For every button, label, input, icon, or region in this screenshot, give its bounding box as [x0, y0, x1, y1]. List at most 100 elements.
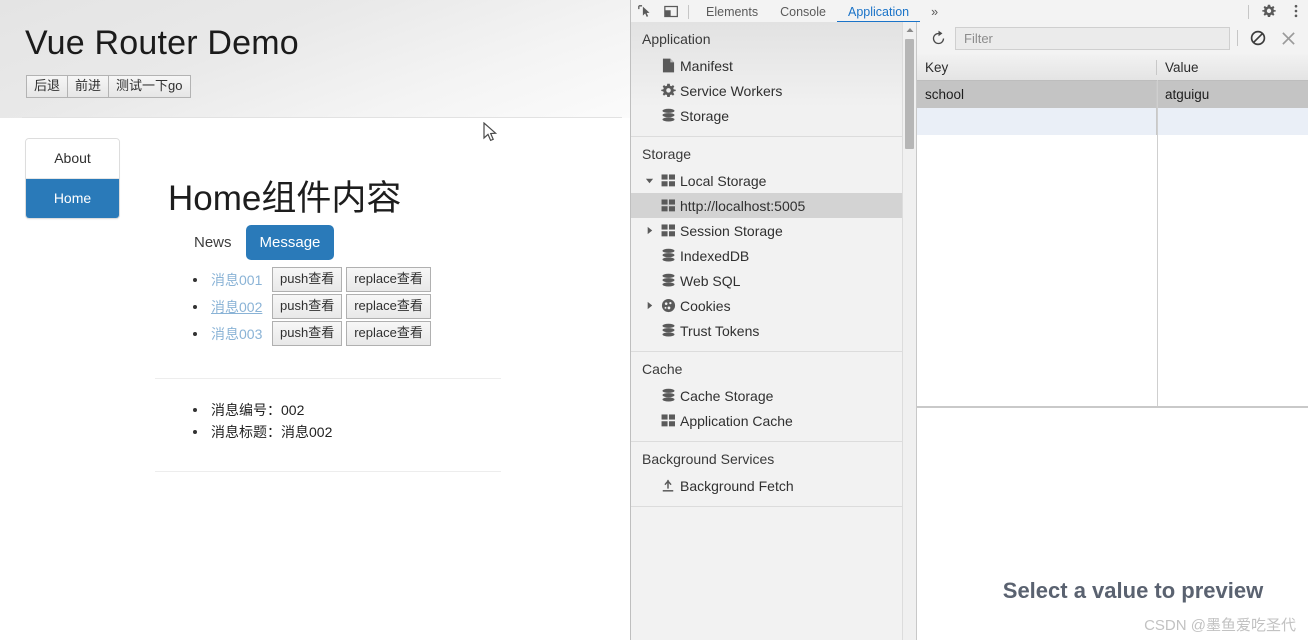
message-link[interactable]: 消息001	[211, 270, 268, 290]
more-vertical-icon[interactable]	[1282, 0, 1308, 22]
devtools-sidebar-tree: Application Manifest Service Workers Sto…	[631, 22, 917, 640]
sidebar-item-label: Manifest	[680, 57, 733, 74]
devtools-tabbar: Elements Console Application »	[631, 0, 1308, 23]
table-icon	[656, 224, 680, 237]
forward-button[interactable]: 前进	[67, 75, 110, 98]
child-route-tabs: News Message	[180, 225, 335, 260]
delete-selected-icon[interactable]	[1273, 25, 1303, 51]
table-icon	[656, 199, 680, 212]
mouse-cursor-icon	[483, 122, 498, 142]
clear-all-icon[interactable]	[1243, 25, 1273, 51]
sidebar-item-label: Local Storage	[680, 172, 767, 189]
table-bottom-border	[917, 406, 1308, 408]
header-divider	[22, 117, 622, 118]
tab-message[interactable]: Message	[245, 225, 335, 260]
sidebar-item-service-workers[interactable]: Service Workers	[631, 78, 916, 103]
database-icon	[656, 273, 680, 288]
chevron-down-icon[interactable]	[642, 176, 656, 185]
screenshot-root: Vue Router Demo 后退 前进 测试一下go About Home …	[0, 0, 1308, 640]
sidebar-item-manifest[interactable]: Manifest	[631, 53, 916, 78]
sidebar-item-label: Background Fetch	[680, 477, 794, 494]
detail-id: 消息编号：002	[211, 402, 305, 418]
bullet-icon	[193, 277, 197, 282]
page-jumbotron: Vue Router Demo 后退 前进 测试一下go	[0, 0, 630, 118]
push-view-button[interactable]: push查看	[272, 321, 343, 346]
tab-more-chevron[interactable]: »	[920, 5, 949, 22]
devtools-main-panel: Filter Key Value school atguigu Select a…	[917, 22, 1308, 640]
bullet-icon	[193, 408, 197, 412]
sidebar-scrollbar[interactable]	[902, 22, 916, 640]
detail-bottom-divider	[155, 471, 501, 472]
database-icon	[656, 323, 680, 338]
database-icon	[656, 248, 680, 263]
list-item: 消息标题：消息002	[193, 421, 332, 443]
sidebar-item-session-storage[interactable]: Session Storage	[631, 218, 916, 243]
sidebar-item-cookies[interactable]: Cookies	[631, 293, 916, 318]
filter-input[interactable]: Filter	[955, 26, 1230, 50]
device-toolbar-icon[interactable]	[658, 0, 685, 22]
route-list-group: About Home	[25, 138, 120, 219]
page-title: Vue Router Demo	[25, 24, 299, 62]
column-header-value[interactable]: Value	[1157, 60, 1308, 75]
tab-elements[interactable]: Elements	[695, 5, 769, 22]
replace-view-button[interactable]: replace查看	[346, 321, 431, 346]
sidebar-item-home[interactable]: Home	[26, 179, 119, 218]
sidebar-item-label: Trust Tokens	[680, 322, 760, 339]
gear-icon[interactable]	[1255, 0, 1282, 22]
message-link[interactable]: 消息003	[211, 324, 268, 344]
preview-empty-message: Select a value to preview	[1002, 578, 1264, 603]
replace-view-button[interactable]: replace查看	[346, 294, 431, 319]
sidebar-item-cache-storage[interactable]: Cache Storage	[631, 383, 916, 408]
sidebar-item-about[interactable]: About	[26, 139, 119, 179]
tab-news[interactable]: News	[180, 225, 246, 260]
section-storage: Storage Local Storage http://localhost:5…	[631, 137, 916, 352]
sidebar-item-web-sql[interactable]: Web SQL	[631, 268, 916, 293]
nav-button-group: 后退 前进 测试一下go	[26, 75, 191, 98]
list-item: 消息001 push查看 replace查看	[193, 266, 431, 293]
chevron-right-icon[interactable]	[642, 301, 656, 310]
list-item: 消息002 push查看 replace查看	[193, 293, 431, 320]
detail-top-divider	[155, 378, 501, 379]
section-title-application: Application	[642, 31, 711, 47]
browser-page-viewport: Vue Router Demo 后退 前进 测试一下go About Home …	[0, 0, 630, 640]
replace-view-button[interactable]: replace查看	[346, 267, 431, 292]
table-row-empty[interactable]	[917, 108, 1308, 135]
bullet-icon	[193, 304, 197, 309]
list-item: 消息编号：002	[193, 399, 332, 421]
go-test-button[interactable]: 测试一下go	[108, 75, 191, 98]
sidebar-item-label: Service Workers	[680, 82, 783, 99]
refresh-icon[interactable]	[923, 25, 953, 51]
background-fetch-icon	[656, 479, 680, 493]
tabbar-divider-right	[1248, 5, 1249, 19]
message-list: 消息001 push查看 replace查看 消息002 push查看 repl…	[193, 266, 431, 347]
tab-application[interactable]: Application	[836, 5, 921, 23]
table-row[interactable]: school atguigu	[917, 81, 1308, 108]
storage-table: Key Value school atguigu	[917, 54, 1308, 408]
tab-console[interactable]: Console	[769, 5, 837, 22]
back-button[interactable]: 后退	[26, 75, 69, 98]
chevron-right-icon[interactable]	[642, 226, 656, 235]
message-link[interactable]: 消息002	[211, 297, 268, 317]
bullet-icon	[193, 331, 197, 336]
sidebar-item-label: Application Cache	[680, 412, 793, 429]
sidebar-item-trust-tokens[interactable]: Trust Tokens	[631, 318, 916, 343]
section-background-services: Background Services Background Fetch	[631, 442, 916, 507]
list-item: 消息003 push查看 replace查看	[193, 320, 431, 347]
scroll-up-icon[interactable]	[903, 24, 916, 36]
gear-icon	[656, 83, 680, 98]
sidebar-item-label: Web SQL	[680, 272, 741, 289]
value-preview-pane: Select a value to preview	[917, 410, 1308, 640]
sidebar-item-storage[interactable]: Storage	[631, 103, 916, 128]
push-view-button[interactable]: push查看	[272, 294, 343, 319]
inspect-element-icon[interactable]	[631, 0, 658, 22]
sidebar-item-localhost-origin[interactable]: http://localhost:5005	[631, 193, 916, 218]
push-view-button[interactable]: push查看	[272, 267, 343, 292]
column-header-key[interactable]: Key	[917, 59, 1157, 75]
sidebar-item-background-fetch[interactable]: Background Fetch	[631, 473, 916, 498]
cell-key-empty	[917, 108, 1157, 135]
sidebar-item-local-storage[interactable]: Local Storage	[631, 168, 916, 193]
toolbar-divider	[1237, 30, 1238, 46]
scrollbar-thumb[interactable]	[905, 39, 914, 149]
sidebar-item-indexeddb[interactable]: IndexedDB	[631, 243, 916, 268]
sidebar-item-application-cache[interactable]: Application Cache	[631, 408, 916, 433]
